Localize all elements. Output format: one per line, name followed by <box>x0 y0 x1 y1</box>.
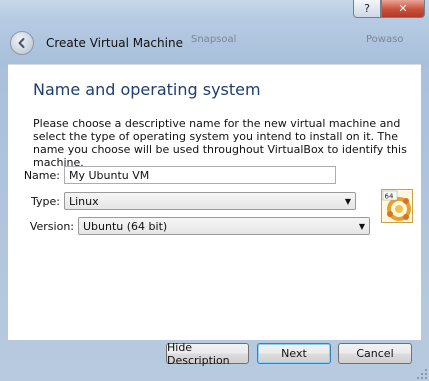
background-text: Powaso <box>366 34 404 45</box>
window-controls: ? ✕ <box>353 0 425 18</box>
type-row: Type: Linux ▼ <box>8 192 356 210</box>
background-text: Snapsoal <box>191 34 237 45</box>
resize-grip-icon[interactable] <box>417 369 427 379</box>
type-select-value: Linux <box>69 194 99 208</box>
back-button[interactable] <box>10 31 34 55</box>
version-label: Version: <box>29 219 74 233</box>
hide-description-button[interactable]: Hide Description <box>166 341 249 367</box>
cancel-button[interactable]: Cancel <box>338 343 412 364</box>
wizard-footer: Hide Description Next Cancel <box>0 339 429 381</box>
os-type-icon: 64 <box>381 189 413 223</box>
os-badge-text: 64 <box>385 193 394 201</box>
page-description: Please choose a descriptive name for the… <box>33 117 407 169</box>
wizard-header: Create Virtual Machine Snapsoal Powaso <box>6 22 423 64</box>
version-select[interactable]: Ubuntu (64 bit) ▼ <box>78 217 370 235</box>
back-arrow-icon <box>18 38 25 48</box>
name-row: Name: <box>8 166 336 184</box>
name-label: Name: <box>23 168 60 182</box>
name-input[interactable] <box>64 166 336 184</box>
next-button[interactable]: Next <box>257 343 331 364</box>
dropdown-arrow-icon: ▼ <box>358 221 365 231</box>
type-label: Type: <box>31 194 60 208</box>
ubuntu-logo-icon: 64 <box>382 190 412 222</box>
close-button[interactable]: ✕ <box>381 0 425 18</box>
dropdown-arrow-icon: ▼ <box>344 196 351 206</box>
version-row: Version: Ubuntu (64 bit) ▼ <box>8 217 370 235</box>
wizard-page: Name and operating system Please choose … <box>8 64 421 340</box>
page-title: Name and operating system <box>33 80 261 99</box>
help-button[interactable]: ? <box>353 0 381 18</box>
type-select[interactable]: Linux ▼ <box>64 192 356 210</box>
window-frame: ? ✕ Create Virtual Machine Snapsoal Powa… <box>0 0 429 381</box>
version-select-value: Ubuntu (64 bit) <box>83 219 168 233</box>
wizard-title: Create Virtual Machine <box>46 36 183 50</box>
